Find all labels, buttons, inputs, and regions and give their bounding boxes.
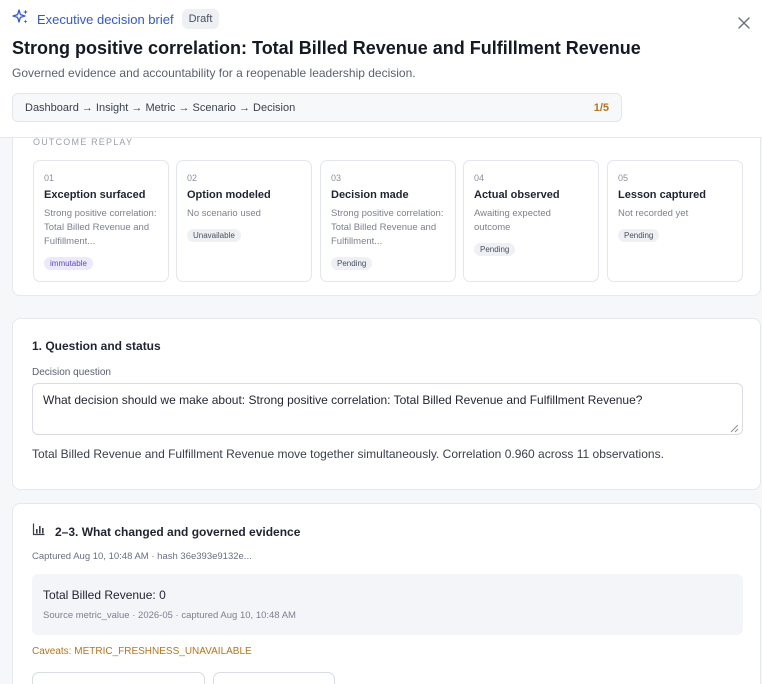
bar-chart-icon bbox=[32, 522, 46, 541]
stage-number: 03 bbox=[331, 173, 342, 183]
outcome-replay-heading: OUTCOME REPLAY bbox=[33, 138, 134, 147]
decision-question-label: Decision question bbox=[32, 367, 111, 378]
resize-handle-icon[interactable] bbox=[730, 422, 739, 433]
evidence-action-button[interactable] bbox=[32, 672, 205, 684]
evidence-secondary-button[interactable] bbox=[213, 672, 335, 684]
close-icon bbox=[737, 16, 751, 35]
stage-option-modeled[interactable]: 02 Option modeled No scenario used Unava… bbox=[176, 160, 312, 282]
stage-description: Awaiting expected outcome bbox=[474, 208, 551, 233]
brief-header: Executive decision brief Draft Strong po… bbox=[0, 0, 762, 138]
stage-title: Option modeled bbox=[187, 189, 271, 201]
evidence-card: 2–3. What changed and governed evidence … bbox=[12, 503, 761, 684]
stage-number: 01 bbox=[44, 173, 55, 183]
metric-value: Total Billed Revenue: 0 bbox=[43, 588, 166, 602]
stage-lesson-captured[interactable]: 05 Lesson captured Not recorded yet Pend… bbox=[607, 160, 743, 282]
page-subtitle: Governed evidence and accountability for… bbox=[12, 66, 416, 80]
stage-number: 04 bbox=[474, 173, 485, 183]
step-counter: 1/5 bbox=[593, 101, 609, 114]
stage-exception-surfaced[interactable]: 01 Exception surfaced Strong positive co… bbox=[33, 160, 169, 282]
status-badge: Draft bbox=[181, 9, 220, 29]
stage-title: Exception surfaced bbox=[44, 189, 146, 201]
question-status-card: 1. Question and status Decision question… bbox=[12, 318, 761, 490]
capture-meta: Captured Aug 10, 10:48 AM · hash 36e393e… bbox=[32, 551, 252, 562]
outcome-replay-card: OUTCOME REPLAY 01 Exception surfaced Str… bbox=[12, 138, 761, 296]
decision-question-value: What decision should we make about: Stro… bbox=[43, 393, 643, 407]
stage-decision-made[interactable]: 03 Decision made Strong positive correla… bbox=[320, 160, 456, 282]
brief-content[interactable]: OUTCOME REPLAY 01 Exception surfaced Str… bbox=[0, 138, 762, 684]
breadcrumb-path: Dashboard → Insight → Metric → Scenario … bbox=[25, 101, 296, 114]
section-title: 1. Question and status bbox=[32, 339, 161, 353]
stage-number: 05 bbox=[618, 173, 629, 183]
pending-badge: Pending bbox=[331, 257, 373, 270]
pending-badge: Pending bbox=[618, 229, 660, 242]
decision-question-input[interactable]: What decision should we make about: Stro… bbox=[32, 383, 743, 435]
stage-actual-observed[interactable]: 04 Actual observed Awaiting expected out… bbox=[463, 160, 599, 282]
section-title: 2–3. What changed and governed evidence bbox=[55, 524, 301, 539]
brand-label: Executive decision brief bbox=[37, 11, 174, 27]
stage-description: Not recorded yet bbox=[618, 208, 689, 219]
stage-title: Decision made bbox=[331, 189, 409, 201]
immutable-badge: immutable bbox=[44, 257, 93, 270]
metric-source: Source metric_value · 2026-05 · captured… bbox=[43, 610, 296, 621]
metric-evidence-item: Total Billed Revenue: 0 Source metric_va… bbox=[32, 574, 743, 635]
stage-title: Lesson captured bbox=[618, 189, 707, 201]
close-button[interactable] bbox=[733, 14, 755, 36]
pending-badge: Pending bbox=[474, 243, 516, 256]
stage-description: Strong positive correlation: Total Bille… bbox=[44, 208, 157, 247]
brief-brand: Executive decision brief Draft bbox=[12, 8, 220, 31]
stage-description: No scenario used bbox=[187, 208, 261, 219]
breadcrumb: Dashboard → Insight → Metric → Scenario … bbox=[12, 93, 622, 122]
stage-title: Actual observed bbox=[474, 189, 560, 201]
stage-description: Strong positive correlation: Total Bille… bbox=[331, 208, 444, 247]
sparkle-icon bbox=[12, 8, 30, 31]
unavailable-badge: Unavailable bbox=[187, 229, 241, 242]
caveats-warning: Caveats: METRIC_FRESHNESS_UNAVAILABLE bbox=[32, 646, 252, 657]
evidence-header: 2–3. What changed and governed evidence bbox=[32, 522, 300, 541]
page-title: Strong positive correlation: Total Bille… bbox=[12, 38, 641, 58]
stage-number: 02 bbox=[187, 173, 198, 183]
insight-explanation: Total Billed Revenue and Fulfillment Rev… bbox=[32, 447, 664, 461]
